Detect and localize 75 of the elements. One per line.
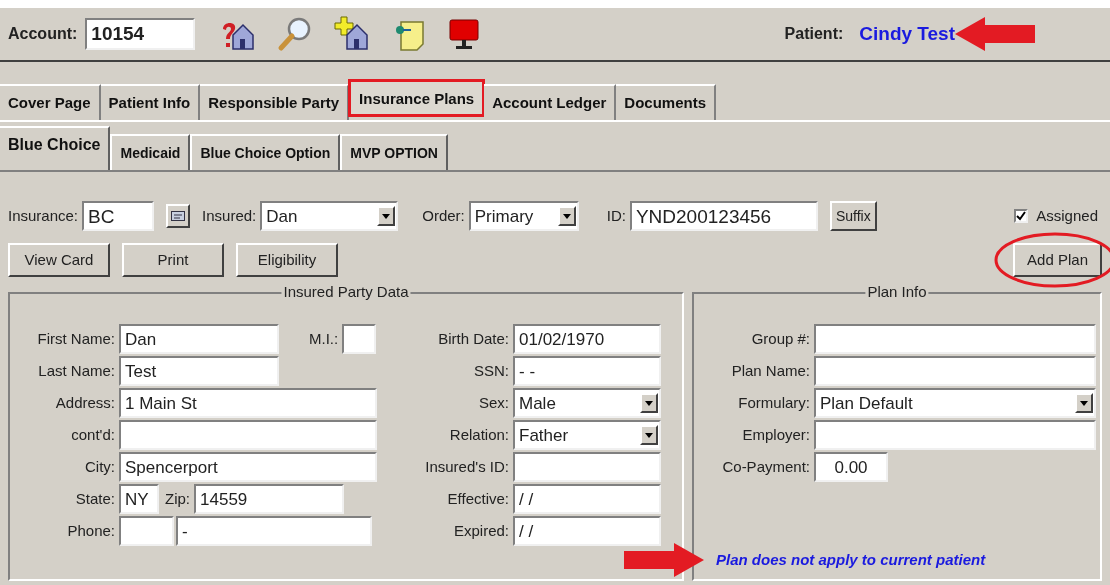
plan-tab[interactable]: Medicaid bbox=[110, 134, 191, 170]
field-label: Relation: bbox=[448, 424, 510, 445]
patient-label: Patient: bbox=[784, 24, 844, 44]
tab[interactable]: Insurance Plans bbox=[349, 80, 485, 116]
text-field[interactable]: / / bbox=[513, 484, 661, 514]
dropdown-field[interactable]: Male bbox=[513, 388, 661, 418]
id-field[interactable]: YND200123456 bbox=[629, 201, 818, 231]
text-field[interactable]: 14559 bbox=[194, 484, 344, 514]
plan-tab[interactable]: MVP OPTION bbox=[340, 134, 448, 170]
field-label: Address: bbox=[54, 392, 116, 413]
action-button[interactable]: Eligibility bbox=[236, 243, 338, 277]
field-label: Formulary: bbox=[737, 392, 811, 413]
field-label: Last Name: bbox=[37, 360, 116, 381]
action-button[interactable]: Print bbox=[122, 243, 224, 277]
text-field[interactable]: Spencerport bbox=[119, 452, 377, 482]
text-field[interactable] bbox=[513, 452, 661, 482]
field-label: Expired: bbox=[452, 520, 510, 541]
patient-name: Cindy Test bbox=[859, 21, 955, 46]
field-label: Insured: bbox=[202, 205, 258, 226]
tab[interactable]: Documents bbox=[616, 84, 717, 120]
text-field[interactable]: - - bbox=[513, 356, 661, 386]
field-label: Birth Date: bbox=[437, 328, 510, 349]
text-field[interactable] bbox=[119, 516, 174, 546]
text-field[interactable]: 01/02/1970 bbox=[513, 324, 661, 354]
calendar-icon[interactable] bbox=[166, 204, 191, 228]
text-field[interactable]: 0.00 bbox=[814, 452, 888, 482]
dropdown-field[interactable]: Plan Default bbox=[814, 388, 1096, 418]
tab[interactable]: Responsible Party bbox=[200, 84, 350, 120]
field-label: First Name: bbox=[36, 328, 116, 349]
field-label: Group #: bbox=[750, 328, 811, 349]
text-field[interactable] bbox=[814, 324, 1096, 354]
tab[interactable]: Account Ledger bbox=[484, 84, 617, 120]
field-label: State: bbox=[74, 488, 116, 509]
field-label: Zip: bbox=[165, 488, 191, 509]
text-field[interactable]: NY bbox=[119, 484, 159, 514]
text-field[interactable] bbox=[814, 356, 1096, 386]
field-label: cont'd: bbox=[70, 424, 116, 445]
field-label: Insurance: bbox=[8, 205, 80, 226]
field-label: Employer: bbox=[741, 424, 811, 445]
field-label: Insured's ID: bbox=[424, 456, 510, 477]
plan-notice: Plan does not apply to current patient bbox=[716, 549, 986, 570]
suffix-button[interactable]: Suffix bbox=[829, 201, 877, 231]
plan-tab[interactable]: Blue Choice bbox=[0, 126, 111, 170]
assigned-checkbox[interactable] bbox=[1014, 209, 1029, 223]
field-label: M.I.: bbox=[309, 328, 340, 349]
text-field[interactable] bbox=[119, 420, 377, 450]
field-label: Order: bbox=[422, 205, 466, 226]
phone-field[interactable]: - bbox=[176, 516, 372, 546]
field-label: Sex: bbox=[478, 392, 510, 413]
account-field[interactable]: 10154 bbox=[85, 18, 196, 50]
field-label: Plan Name: bbox=[730, 360, 811, 381]
field-label: City: bbox=[84, 456, 116, 477]
assigned-label: Assigned bbox=[1036, 205, 1098, 226]
text-field[interactable] bbox=[342, 324, 377, 354]
field-label: Co-Payment: bbox=[721, 456, 811, 477]
plan-tab[interactable]: Blue Choice Option bbox=[190, 134, 341, 170]
tab[interactable]: Cover Page bbox=[0, 84, 101, 120]
insurance-field[interactable]: BC bbox=[82, 201, 155, 231]
account-label: Account: bbox=[8, 24, 78, 44]
text-field[interactable]: 1 Main St bbox=[119, 388, 377, 418]
action-button[interactable]: View Card bbox=[8, 243, 110, 277]
order-dropdown[interactable]: Primary bbox=[468, 201, 579, 231]
tab[interactable]: Patient Info bbox=[100, 84, 201, 120]
dropdown-field[interactable]: Father bbox=[513, 420, 661, 450]
insured-dropdown[interactable]: Dan bbox=[260, 201, 399, 231]
field-label: SSN: bbox=[473, 360, 510, 381]
text-field[interactable] bbox=[814, 420, 1096, 450]
field-label: Effective: bbox=[446, 488, 510, 509]
text-field[interactable]: Dan bbox=[119, 324, 279, 354]
text-field[interactable]: / / bbox=[513, 516, 661, 546]
monitor-icon[interactable] bbox=[447, 16, 482, 52]
field-label: Phone: bbox=[66, 520, 116, 541]
field-label: ID: bbox=[606, 205, 627, 226]
add-plan-button[interactable]: Add Plan bbox=[1013, 243, 1102, 277]
text-field[interactable]: Test bbox=[119, 356, 279, 386]
